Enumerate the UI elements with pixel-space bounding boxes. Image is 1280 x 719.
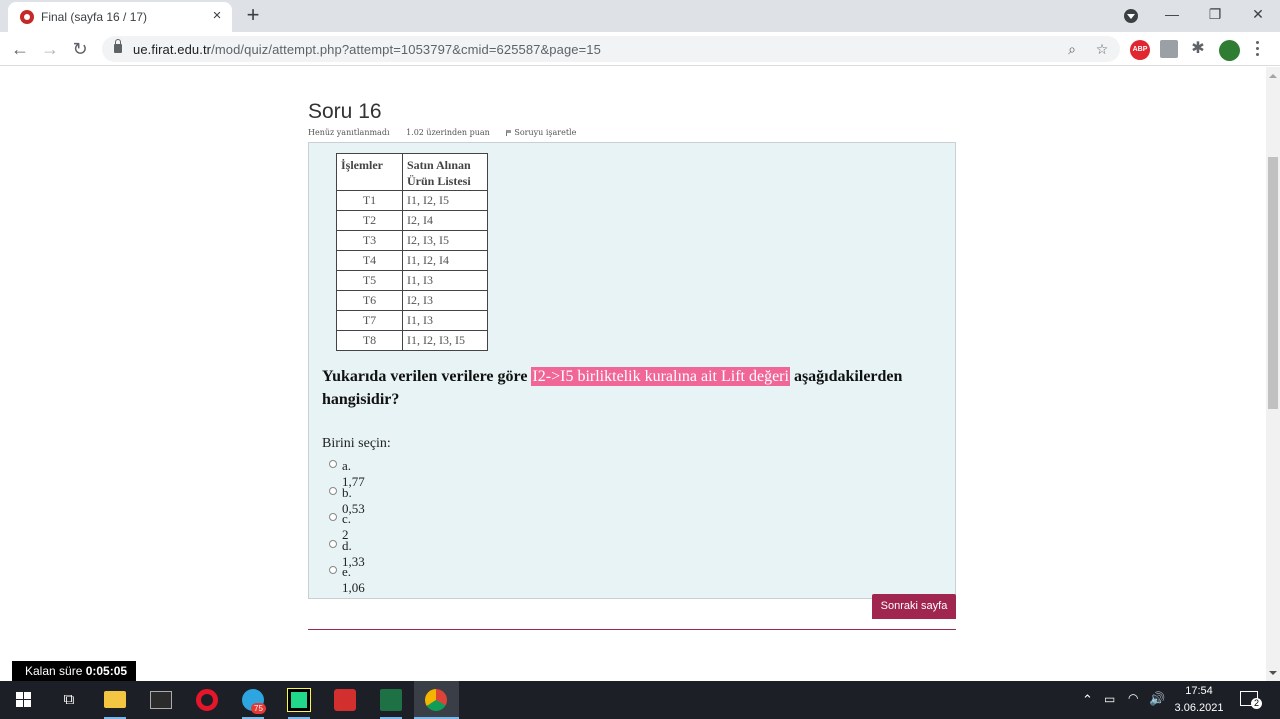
url-text[interactable]: ue.firat.edu.tr/mod/quiz/attempt.php?att… — [133, 42, 601, 57]
question-info: Henüz yanıtlanmadı 1.02 üzerinden puan S… — [308, 128, 604, 137]
excel-icon[interactable] — [380, 689, 402, 711]
forward-button[interactable]: → — [38, 37, 62, 61]
next-page-button[interactable]: Sonraki sayfa — [872, 594, 956, 619]
answer-prompt: Birini seçin: — [322, 436, 391, 451]
question-points: 1.02 üzerinden puan — [406, 128, 490, 137]
quiz-page: Soru 16 Henüz yanıtlanmadı 1.02 üzerinde… — [0, 67, 1266, 681]
table-cell: I2, I3 — [402, 290, 488, 311]
adblock-plus-icon[interactable]: ABP — [1130, 40, 1150, 60]
radio-button[interactable] — [329, 460, 337, 468]
notification-count: 2 — [1251, 698, 1262, 709]
answer-label[interactable]: e. 1,06 — [342, 564, 365, 596]
minimize-button[interactable]: — — [1158, 3, 1186, 25]
timer-label: Kalan süre — [25, 664, 86, 678]
tab-title: Final (sayfa 16 / 17) — [41, 10, 148, 24]
clock-time[interactable]: 17:54 — [1172, 685, 1226, 697]
flag-question-link[interactable]: Soruyu işaretle — [506, 128, 590, 137]
zoom-icon[interactable]: ⌕ — [1062, 39, 1082, 59]
tab-search-icon[interactable] — [1124, 9, 1138, 23]
puzzle-extensions-icon[interactable]: ✱ — [1188, 39, 1208, 59]
volume-icon[interactable]: 🔊 — [1149, 691, 1165, 707]
table-row: T1 I1, I2, I5 — [336, 190, 488, 211]
browser-tab[interactable]: Final (sayfa 16 / 17) × — [8, 2, 232, 32]
table-cell: I2, I4 — [402, 210, 488, 231]
table-cell: I1, I2, I4 — [402, 250, 488, 271]
radio-button[interactable] — [329, 539, 337, 548]
table-cell: I1, I3 — [402, 310, 488, 331]
time-remaining: Kalan süre 0:05:05 — [12, 661, 136, 682]
table-row: T2 I2, I4 — [336, 210, 488, 231]
address-bar[interactable]: ue.firat.edu.tr/mod/quiz/attempt.php?att… — [102, 36, 1120, 62]
scroll-up-icon[interactable] — [1269, 74, 1277, 78]
radio-button[interactable] — [329, 513, 337, 522]
moodle-favicon-icon — [20, 10, 34, 24]
chrome-icon[interactable] — [425, 689, 447, 711]
question-title: Soru 16 — [308, 100, 382, 123]
question-status: Henüz yanıtlanmadı — [308, 128, 390, 137]
table-cell: T7 — [336, 310, 403, 331]
tray-chevron-icon[interactable]: ⌃ — [1082, 692, 1093, 708]
scroll-thumb[interactable] — [1268, 157, 1278, 409]
tab-close-icon[interactable]: × — [208, 7, 226, 25]
close-window-button[interactable]: ✕ — [1244, 3, 1272, 25]
question-box: İşlemler Satın Alınan Ürün Listesi T1 I1,… — [308, 142, 956, 599]
radio-button[interactable] — [329, 486, 337, 495]
table-cell: I1, I3 — [402, 270, 488, 291]
question-text-start: Yukarıda verilen verilere göre — [322, 368, 532, 385]
scroll-down-icon[interactable] — [1269, 671, 1277, 675]
flag-icon — [506, 130, 512, 136]
windows-start-icon[interactable] — [14, 689, 36, 711]
table-cell: I1, I2, I5 — [402, 190, 488, 211]
table-row: T7 I1, I3 — [336, 310, 488, 331]
restore-button[interactable]: ❐ — [1201, 3, 1229, 25]
table-row: T5 I1, I3 — [336, 270, 488, 291]
table-cell: T3 — [336, 230, 403, 251]
question-text: Yukarıda verilen verilere göre I2->I5 bi… — [322, 365, 942, 411]
battery-icon[interactable]: ▭ — [1104, 692, 1115, 706]
table-cell: T8 — [336, 330, 403, 351]
table-row: T3 I2, I3, I5 — [336, 230, 488, 251]
divider — [308, 629, 956, 630]
transactions-table: İşlemler Satın Alınan Ürün Listesi T1 I1,… — [336, 153, 488, 351]
highlighted-text: I2->I5 birliktelik kuralına ait Lift değ… — [531, 367, 790, 386]
table-header: İşlemler — [336, 153, 403, 191]
radio-button[interactable] — [329, 566, 337, 575]
clock-date[interactable]: 3.06.2021 — [1172, 702, 1226, 714]
table-header: Satın Alınan Ürün Listesi — [402, 153, 488, 191]
acrobat-icon[interactable] — [334, 689, 356, 711]
lock-icon[interactable] — [114, 39, 122, 53]
table-cell: T4 — [336, 250, 403, 271]
new-tab-button[interactable]: + — [243, 3, 263, 27]
browser-toolbar: ← → ↻ ue.firat.edu.tr/mod/quiz/attempt.p… — [0, 32, 1280, 66]
telegram-badge: 75 — [251, 703, 266, 714]
bookmark-star-icon[interactable]: ☆ — [1092, 39, 1112, 59]
table-cell: T6 — [336, 290, 403, 311]
table-cell: T1 — [336, 190, 403, 211]
back-button[interactable]: ← — [8, 37, 32, 61]
more-menu-icon[interactable] — [1252, 39, 1262, 59]
terminal-icon[interactable] — [150, 691, 172, 709]
table-cell: T5 — [336, 270, 403, 291]
pycharm-icon[interactable] — [287, 688, 311, 712]
taskbar: ⧉ 75 ⌃ ▭ ◠ 🔊 17:54 3.06.2021 2 — [0, 681, 1280, 719]
file-explorer-icon[interactable] — [104, 691, 126, 708]
table-row: T8 I1, I2, I3, I5 — [336, 330, 488, 351]
page-scrollbar[interactable] — [1266, 67, 1280, 681]
wifi-icon[interactable]: ◠ — [1128, 691, 1138, 705]
timer-value: 0:05:05 — [85, 664, 128, 678]
profile-avatar[interactable] — [1219, 40, 1240, 61]
opera-icon[interactable] — [196, 689, 218, 711]
table-cell: I2, I3, I5 — [402, 230, 488, 251]
table-row: T4 I1, I2, I4 — [336, 250, 488, 271]
task-view-icon[interactable]: ⧉ — [58, 689, 80, 711]
tab-strip: Final (sayfa 16 / 17) × + — ❐ ✕ — [0, 0, 1280, 32]
extension-icon[interactable] — [1160, 40, 1178, 58]
reload-button[interactable]: ↻ — [68, 37, 92, 61]
table-row: T6 I2, I3 — [336, 290, 488, 311]
table-cell: I1, I2, I3, I5 — [402, 330, 488, 351]
table-cell: T2 — [336, 210, 403, 231]
